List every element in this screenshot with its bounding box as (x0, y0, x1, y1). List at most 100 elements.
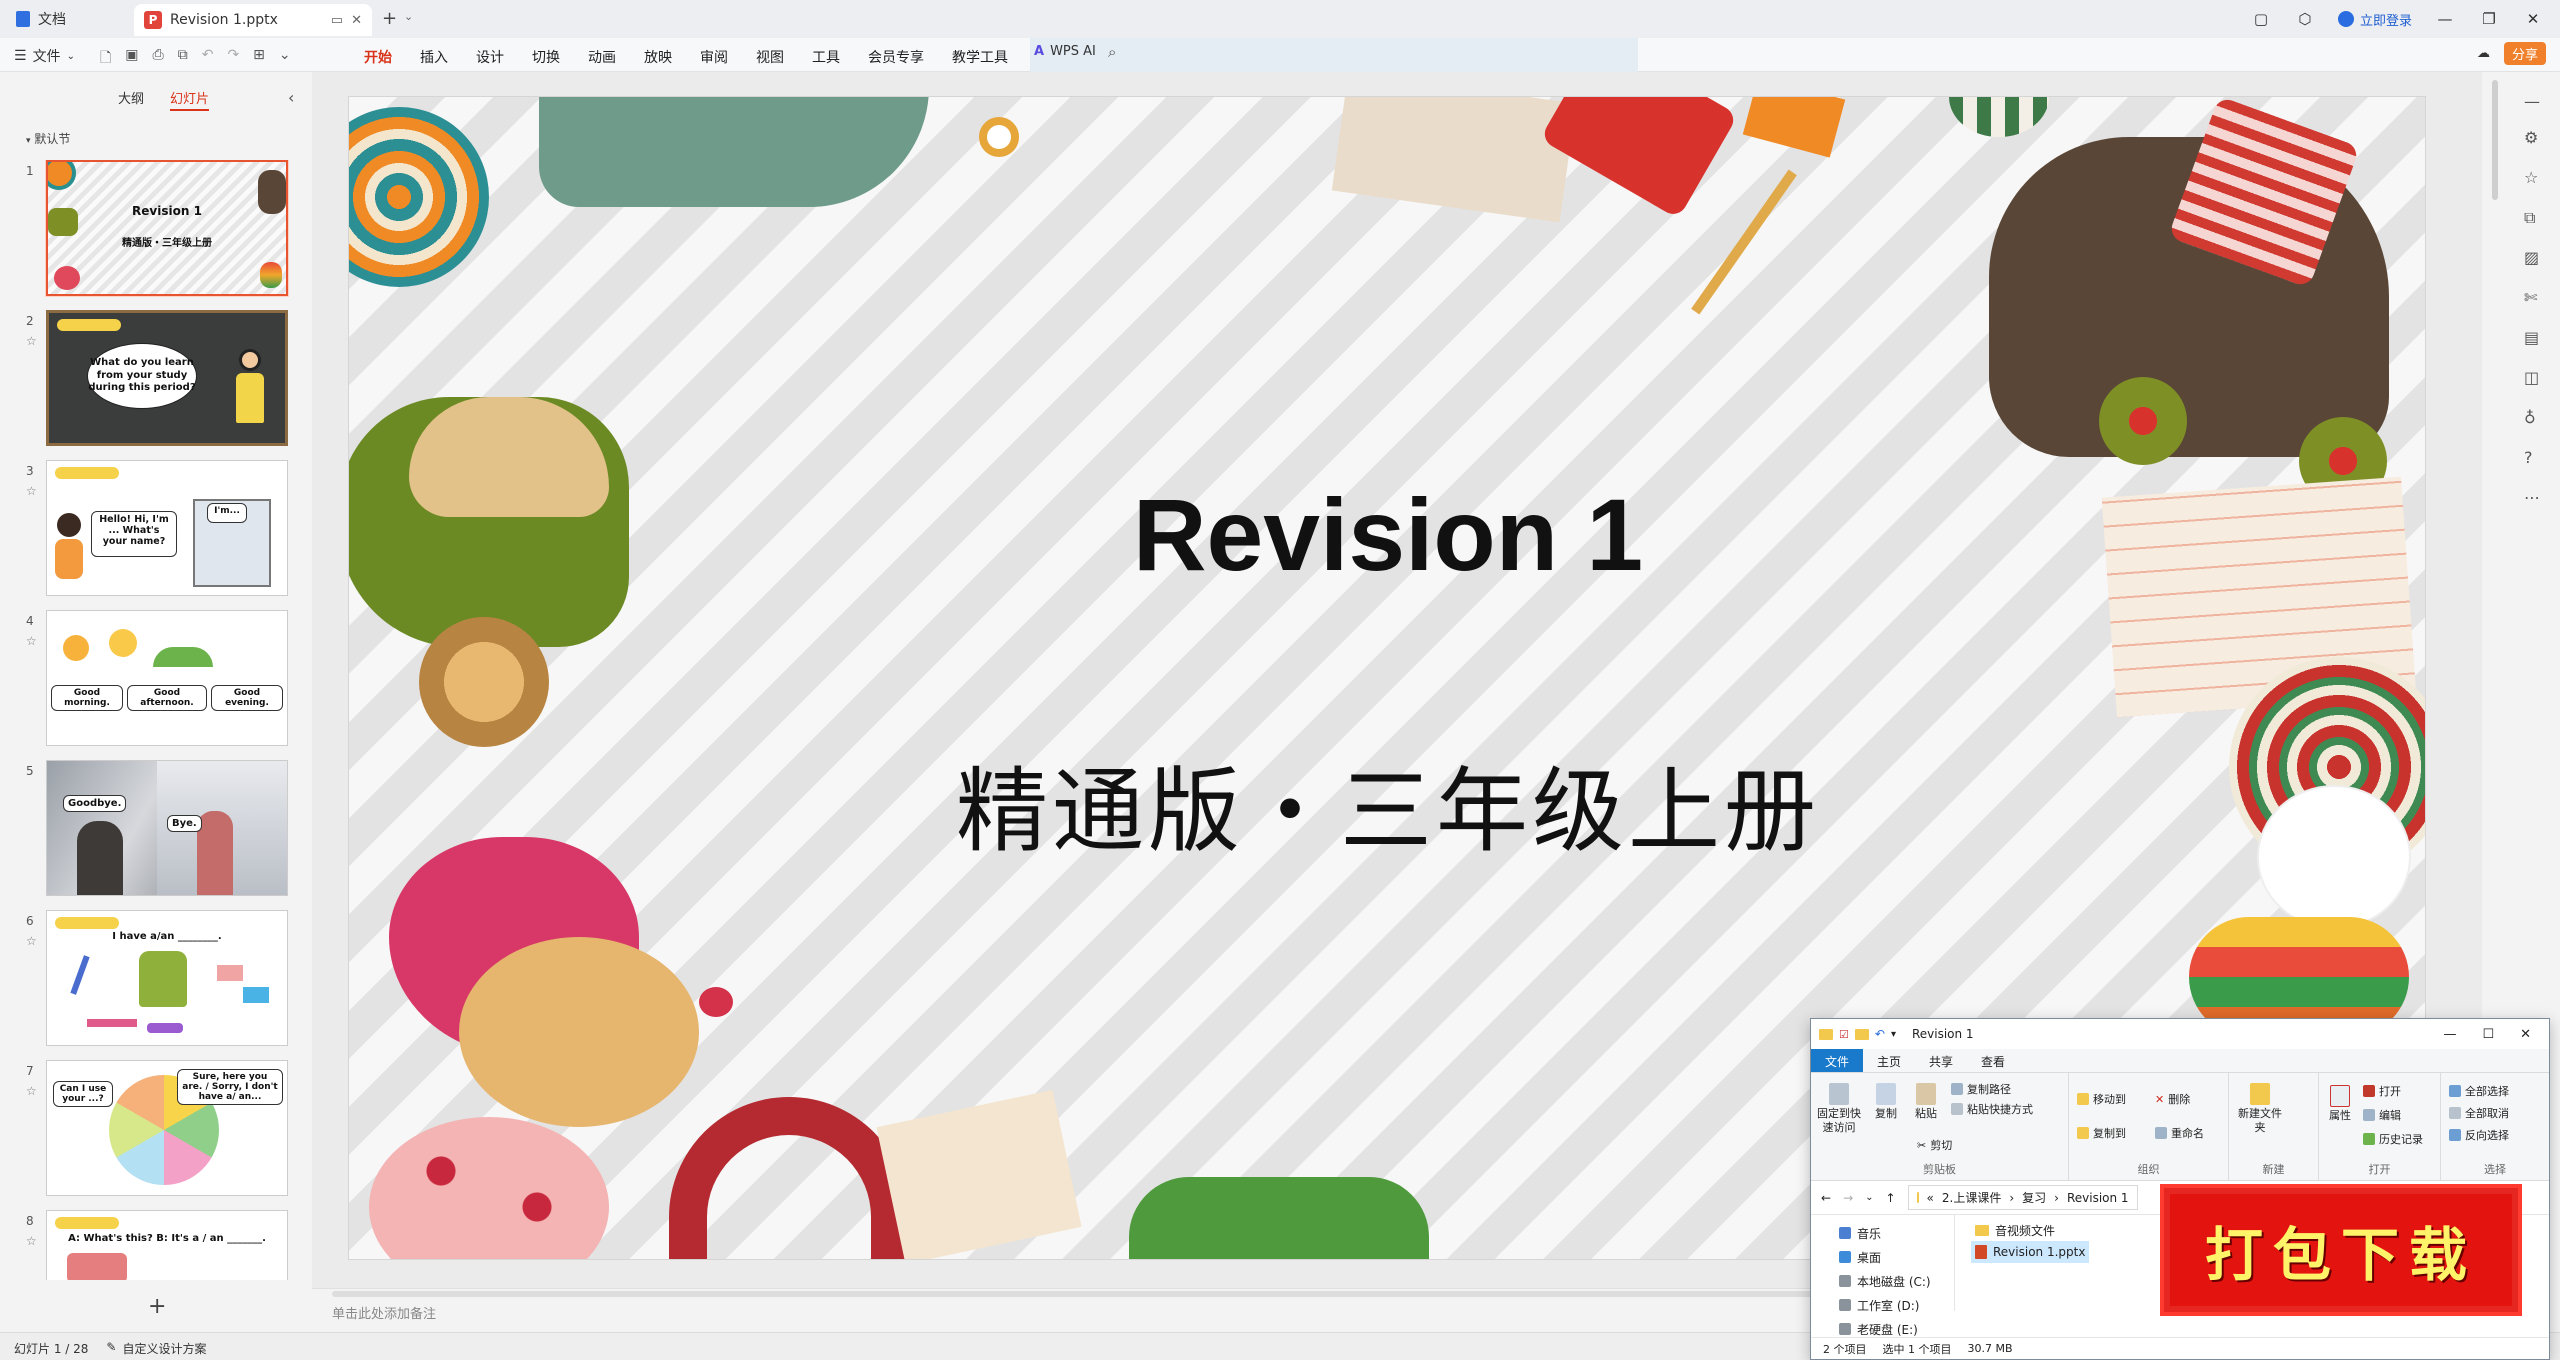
layout-icon[interactable]: ◫ (2524, 368, 2539, 387)
copy-button[interactable]: 复制 (1869, 1083, 1903, 1121)
restore-icon[interactable]: ❐ (2478, 10, 2500, 28)
copy-path-button[interactable]: 复制路径 (1951, 1081, 2011, 1097)
cube-icon[interactable]: ⬡ (2294, 10, 2316, 28)
print-preview-icon[interactable]: ⧉ (178, 47, 188, 71)
nav-item[interactable]: 音乐 (1839, 1221, 1954, 1245)
minimize-icon[interactable]: — (2434, 10, 2456, 28)
file-list-item[interactable]: Revision 1.pptx (1971, 1241, 2090, 1263)
ribbon-tab-1[interactable]: 插入 (406, 45, 462, 69)
share-button[interactable]: 分享 (2503, 42, 2546, 65)
nav-item[interactable]: 桌面 (1839, 1245, 1954, 1269)
star-outline-icon[interactable]: ☆ (2524, 168, 2538, 187)
book-icon[interactable]: ▤ (2524, 328, 2539, 347)
collapse-panel-icon[interactable]: ‹ (288, 88, 294, 107)
new-file-icon[interactable]: 🗋 (100, 47, 111, 71)
pin-quick-access-button[interactable]: 固定到快速访问 (1817, 1083, 1861, 1135)
more-chevron-icon[interactable]: ⌄ (279, 47, 291, 71)
qa-undo-icon[interactable]: ↶ (1875, 1027, 1885, 1041)
more-icon[interactable]: ⋯ (2524, 488, 2540, 507)
explorer-tab-2[interactable]: 共享 (1915, 1049, 1967, 1072)
explorer-tab-3[interactable]: 查看 (1967, 1049, 2019, 1072)
tab-outline[interactable]: 大纲 (118, 88, 144, 111)
copy-to-button[interactable]: 复制到 (2077, 1125, 2126, 1141)
section-header[interactable]: ▾ 默认节 (26, 130, 70, 147)
breadcrumb-item[interactable]: 复习 (2022, 1189, 2046, 1206)
properties-button[interactable]: 属性 (2323, 1085, 2357, 1123)
ribbon-tab-9[interactable]: 会员专享 (854, 45, 938, 69)
minimize-panel-icon[interactable]: — (2524, 92, 2540, 111)
nav-item[interactable]: 本地磁盘 (C:) (1839, 1269, 1954, 1293)
star-icon[interactable]: ☆ (26, 1234, 37, 1248)
slide-thumbnail-3[interactable]: Hello! Hi, I'm ... What's your name? I'm… (46, 460, 288, 596)
tab-close-icon[interactable]: ✕ (351, 13, 362, 28)
up-arrow-icon[interactable]: ↑ (1886, 1191, 1896, 1205)
breadcrumb-item[interactable]: Revision 1 (2067, 1191, 2129, 1205)
explorer-maximize-icon[interactable]: ☐ (2482, 1027, 2494, 1042)
vertical-scrollbar[interactable] (2492, 80, 2498, 200)
edit-button[interactable]: 编辑 (2363, 1107, 2401, 1123)
history-button[interactable]: 历史记录 (2363, 1131, 2423, 1147)
shirt-icon[interactable]: ♁ (2524, 408, 2536, 427)
horizontal-scrollbar[interactable] (332, 1291, 1932, 1297)
breadcrumb-item[interactable]: 2.上课课件 (1942, 1189, 2001, 1206)
explorer-tab-1[interactable]: 主页 (1863, 1049, 1915, 1072)
tab-slides[interactable]: 幻灯片 (170, 88, 210, 111)
ribbon-tab-2[interactable]: 设计 (462, 45, 518, 69)
add-slide-plus-icon[interactable]: + (148, 1294, 166, 1319)
qa-folder-icon[interactable] (1854, 1028, 1869, 1040)
ribbon-tab-5[interactable]: 放映 (630, 45, 686, 69)
qa-properties-icon[interactable]: ☑ (1839, 1028, 1849, 1041)
tab-pin-icon[interactable]: ▭ (331, 13, 343, 28)
download-promo-stamp[interactable]: 打包下载 (2160, 1184, 2522, 1316)
star-icon[interactable]: ☆ (26, 484, 37, 498)
search-icon[interactable]: ⌕ (1108, 43, 1116, 61)
star-icon[interactable]: ☆ (26, 1084, 37, 1098)
slide-title[interactable]: Revision 1 (349, 477, 2425, 594)
paste-shortcut-button[interactable]: 粘贴快捷方式 (1951, 1101, 2033, 1117)
slide-thumbnail-8[interactable]: A: What's this? B: It's a / an _______. (46, 1210, 288, 1280)
forward-arrow-icon[interactable]: → (1843, 1191, 1853, 1205)
ribbon-tab-10[interactable]: 教学工具 (938, 45, 1022, 69)
star-icon[interactable]: ☆ (26, 334, 37, 348)
explorer-close-icon[interactable]: ✕ (2520, 1027, 2531, 1042)
nav-item[interactable]: 工作室 (D:) (1839, 1293, 1954, 1317)
undo-icon[interactable]: ↶ (202, 47, 214, 71)
slide-thumbnail-6[interactable]: I have a/an ________. (46, 910, 288, 1046)
explorer-tab-0[interactable]: 文件 (1811, 1049, 1864, 1072)
move-to-button[interactable]: 移动到 (2077, 1091, 2126, 1107)
breadcrumb-item[interactable]: « (1927, 1191, 1934, 1205)
design-scheme-button[interactable]: ✎ 自定义设计方案 (106, 1340, 206, 1357)
paste-button[interactable]: 粘贴 (1909, 1083, 1943, 1121)
ribbon-tab-8[interactable]: 工具 (798, 45, 854, 69)
open-button[interactable]: 打开 (2363, 1083, 2401, 1099)
file-list-item[interactable]: 音视频文件 (1971, 1219, 2089, 1241)
delete-button[interactable]: ✕ 删除 (2155, 1091, 2190, 1107)
close-icon[interactable]: ✕ (2522, 10, 2544, 28)
document-tab[interactable]: P Revision 1.pptx ▭ ✕ (134, 4, 372, 36)
slide-thumbnail-1[interactable]: Revision 1 精通版・三年级上册 (46, 160, 288, 296)
back-arrow-icon[interactable]: ← (1821, 1191, 1831, 1205)
new-tab-chevron-down-icon[interactable]: ⌄ (404, 10, 413, 23)
format-painter-icon[interactable]: ⊞ (253, 47, 265, 71)
explorer-minimize-icon[interactable]: — (2443, 1027, 2456, 1042)
slide-thumbnail-2[interactable]: What do you learn from your study during… (46, 310, 288, 446)
slide-thumbnail-4[interactable]: Good morning. Good afternoon. Good eveni… (46, 610, 288, 746)
cut-button[interactable]: ✂ 剪切 (1917, 1137, 1952, 1153)
new-folder-button[interactable]: 新建文件夹 (2237, 1083, 2283, 1135)
rename-button[interactable]: 重命名 (2155, 1125, 2204, 1141)
home-tab[interactable]: 文档 (16, 6, 66, 32)
slide-subtitle[interactable]: 精通版・三年级上册 (349, 737, 2425, 870)
image-icon[interactable]: ▨ (2524, 248, 2539, 267)
slide-thumbnail-5[interactable]: Goodbye. Bye. (46, 760, 288, 896)
tools-icon[interactable]: ✄ (2524, 288, 2537, 307)
qa-chevron-icon[interactable]: ▾ (1891, 1029, 1896, 1040)
copy-icon[interactable]: ⧉ (2524, 208, 2535, 228)
select-none-button[interactable]: 全部取消 (2449, 1105, 2509, 1121)
ribbon-tab-7[interactable]: 视图 (742, 45, 798, 69)
save-icon[interactable]: ▣ (125, 47, 138, 71)
ribbon-tab-4[interactable]: 动画 (574, 45, 630, 69)
redo-icon[interactable]: ↷ (227, 47, 239, 71)
ribbon-tab-6[interactable]: 审阅 (686, 45, 742, 69)
slide-thumbnail-7[interactable]: Can I use your ...? Sure, here you are. … (46, 1060, 288, 1196)
invert-selection-button[interactable]: 反向选择 (2449, 1127, 2509, 1143)
